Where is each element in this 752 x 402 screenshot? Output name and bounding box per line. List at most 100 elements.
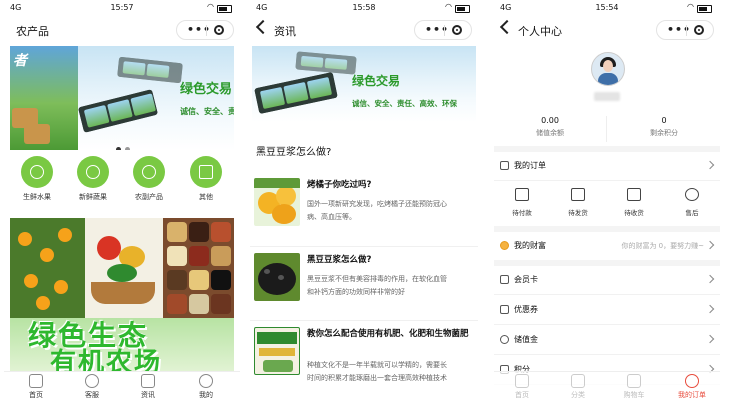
username-blurred	[594, 92, 620, 101]
tab-home[interactable]: 首页	[502, 374, 542, 400]
film-strip	[254, 71, 338, 115]
news-title: 黑豆豆浆怎么做?	[307, 255, 372, 265]
order-pending-receipt[interactable]: 待收货	[614, 188, 654, 217]
news-desc: 和补钙方面的功效同样非常的好	[307, 288, 405, 296]
page-title: 资讯	[274, 25, 296, 38]
card-icon	[500, 275, 509, 284]
nav-bar: 个人中心 •••	[494, 16, 720, 44]
points-stat[interactable]: 0 剩余积分	[608, 116, 720, 138]
apple-icon	[21, 156, 53, 188]
wifi-icon: ◠	[445, 2, 452, 11]
news-item[interactable]: 烤橘子你吃过吗? 国外一项新研究发现，吃烤橘子还能预防冠心 病、高血压等。	[250, 172, 478, 244]
banner-subtitle: 诚信、安全、责	[180, 107, 234, 116]
black-beans-thumbnail	[254, 253, 300, 301]
news-desc: 种植文化不是一年半载就可以学精的，需要长	[307, 361, 447, 369]
package-icon	[571, 188, 585, 201]
news-desc: 时间的积累才能琢磨出一套合理高效种植技术	[307, 374, 447, 382]
chevron-right-icon	[705, 304, 715, 314]
user-icon	[199, 374, 213, 388]
order-pending-shipment[interactable]: 待发货	[558, 188, 598, 217]
nav-bar: 资讯 •••	[250, 16, 478, 44]
news-title: 教你怎么配合使用有机肥、化肥和生物菌肥	[307, 329, 469, 339]
page-title: 农产品	[16, 25, 49, 38]
tab-mine[interactable]: 我的订单	[672, 374, 712, 400]
fertilizer-thumbnail	[254, 327, 300, 375]
tab-category[interactable]: 分类	[558, 374, 598, 400]
avatar[interactable]	[591, 52, 625, 86]
my-orders-row[interactable]: 我的订单	[494, 152, 720, 181]
home-icon	[515, 374, 529, 388]
stored-value-row[interactable]: 储值金	[494, 326, 720, 355]
news-banner[interactable]: 绿色交易 诚信、安全、责任、高效、环保	[252, 46, 476, 122]
tab-mine[interactable]: 我的	[186, 374, 226, 400]
coupon-row[interactable]: 优惠券	[494, 296, 720, 325]
close-target-icon[interactable]	[214, 25, 224, 35]
back-icon[interactable]	[255, 19, 271, 35]
news-item[interactable]: 黑豆豆浆怎么做? 黑豆豆浆不但有美容排毒的作用，在软化血管 和补钙方面的功效同样…	[250, 246, 478, 319]
mini-program-capsule[interactable]: •••	[176, 20, 234, 40]
nav-bar: 农产品 •••	[4, 16, 240, 44]
tab-service[interactable]: 客服	[72, 374, 112, 400]
category-other[interactable]: 其他	[184, 156, 228, 202]
tab-bar: 首页 分类 购物车 我的订单	[494, 371, 720, 402]
order-after-sales[interactable]: 售后	[672, 188, 712, 217]
tab-cart[interactable]: 购物车	[614, 374, 654, 400]
close-target-icon[interactable]	[694, 25, 704, 35]
orange-tree-image	[10, 218, 85, 318]
service-icon	[85, 374, 99, 388]
banner-subtitle: 诚信、安全、责任、高效、环保	[352, 99, 457, 108]
category-fresh-veg[interactable]: 新鲜蔬果	[71, 156, 115, 202]
promo-text-line2: 有机农场	[50, 348, 163, 372]
farm-product-icon	[133, 156, 165, 188]
clock: 15:57	[110, 3, 134, 12]
carousel-dots[interactable]	[114, 137, 132, 150]
category-farm-products[interactable]: 农副产品	[127, 156, 171, 202]
promo-image[interactable]: 绿色生态 有机农场	[10, 218, 234, 372]
close-target-icon[interactable]	[452, 25, 462, 35]
mini-program-capsule[interactable]: •••	[656, 20, 714, 40]
chevron-right-icon	[705, 334, 715, 344]
more-icon[interactable]: •••	[187, 23, 211, 36]
news-screen: 4G 15:58 ◠ 资讯 ••• 绿色交易 诚信、安全、责任、高效、环保 黑豆…	[250, 0, 478, 402]
tab-bar: 首页 客服 资讯 我的	[4, 371, 240, 402]
vegetable-basket-image	[85, 218, 163, 318]
my-wealth-row[interactable]: 我的财富 你的财富为 0，要努力赚~	[494, 232, 720, 261]
chevron-right-icon	[705, 240, 715, 250]
status-bar: 4G 15:54 ◠	[494, 0, 720, 15]
more-icon[interactable]: •••	[425, 23, 449, 36]
banner-title: 绿色交易	[352, 74, 401, 88]
news-item[interactable]: 教你怎么配合使用有机肥、化肥和生物菌肥 种植文化不是一年半载就可以学精的，需要长…	[250, 320, 478, 402]
banner-carousel[interactable]: 者 绿色交易 诚信、安全、责	[10, 46, 234, 150]
news-desc: 国外一项新研究发现，吃烤橘子还能预防冠心	[307, 200, 447, 208]
profile-screen: 4G 15:54 ◠ 个人中心 ••• 0.00 储值余额 0 剩余积分 我的订…	[494, 0, 720, 402]
back-icon[interactable]	[499, 19, 515, 35]
farmland-image: 者	[10, 46, 78, 150]
gift-icon	[190, 156, 222, 188]
wealth-hint: 你的财富为 0，要努力赚~	[621, 242, 704, 250]
news-desc: 病、高血压等。	[307, 213, 356, 221]
category-fresh-fruit[interactable]: 生鲜水果	[15, 156, 59, 202]
battery-icon	[217, 5, 232, 13]
order-pending-payment[interactable]: 待付款	[502, 188, 542, 217]
chevron-right-icon	[705, 160, 715, 170]
clock: 15:58	[352, 3, 376, 12]
news-desc: 黑豆豆浆不但有美容排毒的作用，在软化血管	[307, 275, 447, 283]
coupon-icon	[500, 305, 509, 314]
more-icon[interactable]: •••	[667, 23, 691, 36]
news-title: 烤橘子你吃过吗?	[307, 180, 372, 190]
mini-program-capsule[interactable]: •••	[414, 20, 472, 40]
home-icon	[29, 374, 43, 388]
film-strip	[77, 89, 159, 133]
member-card-row[interactable]: 会员卡	[494, 266, 720, 295]
tab-news[interactable]: 资讯	[128, 374, 168, 400]
orders-icon	[500, 161, 509, 170]
banner-title: 绿色交易	[180, 82, 233, 97]
farm-products-screen: 4G 15:57 ◠ 农产品 ••• 者 绿色交易 诚信、安全、责 生鲜水果 新…	[4, 0, 240, 402]
user-icon	[685, 374, 699, 388]
wifi-icon: ◠	[687, 2, 694, 11]
truck-icon	[627, 188, 641, 201]
tab-home[interactable]: 首页	[16, 374, 56, 400]
vegetable-icon	[77, 156, 109, 188]
balance-stat[interactable]: 0.00 储值余额	[494, 116, 606, 138]
grains-image	[163, 218, 234, 318]
